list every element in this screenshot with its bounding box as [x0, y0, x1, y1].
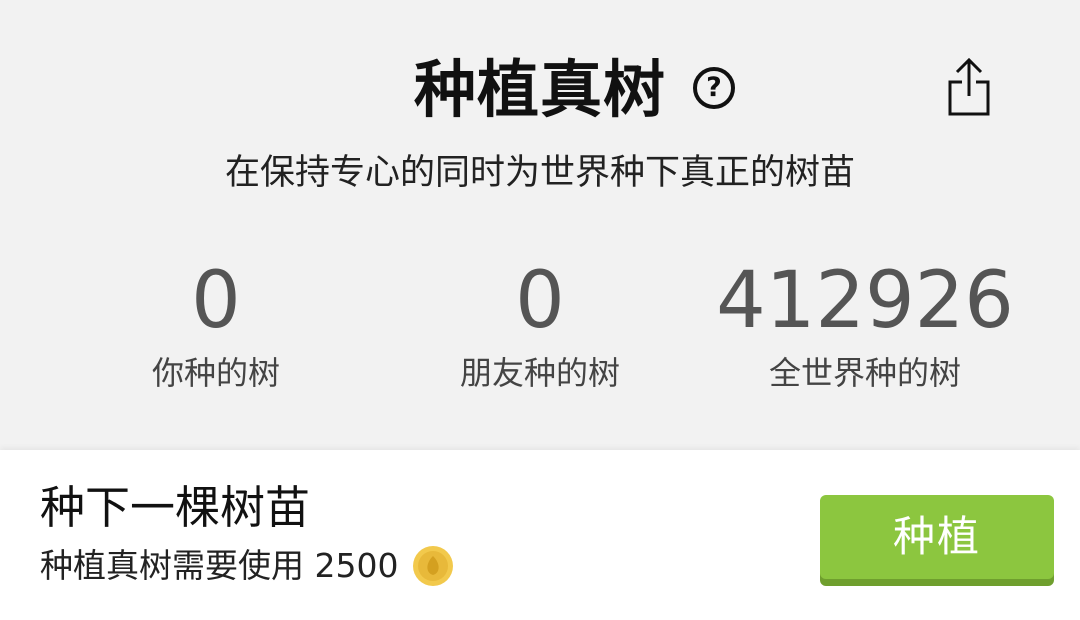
share-icon[interactable] [946, 56, 992, 118]
stat-label: 你种的树 [151, 354, 280, 392]
stat-label: 全世界种的树 [768, 354, 961, 392]
coin-icon [413, 546, 454, 586]
header-section: 种植真树 ? 在保持专心的同时为世界种下真正的树苗 0 你种的树 0 朋友种的树… [0, 0, 1080, 450]
page-subtitle: 在保持专心的同时为世界种下真正的树苗 [224, 153, 855, 193]
stat-label: 朋友种的树 [459, 354, 620, 392]
stat-value: 0 [515, 256, 565, 346]
page-title: 种植真树 [413, 53, 666, 126]
stat-friend-trees: 0 朋友种的树 [375, 255, 705, 395]
stat-world-trees: 412926 全世界种的树 [700, 255, 1030, 395]
plant-cost-text: 种植真树需要使用 2500 [40, 546, 399, 585]
plant-cost: 种植真树需要使用 2500 [40, 544, 454, 588]
stat-value: 0 [191, 256, 241, 346]
plant-button[interactable]: 种植 [820, 495, 1054, 579]
stat-value: 412926 [716, 256, 1014, 346]
stat-my-trees: 0 你种的树 [51, 255, 381, 395]
plant-panel: 种下一棵树苗 种植真树需要使用 2500 种植 [0, 450, 1080, 620]
plant-title: 种下一棵树苗 [40, 481, 311, 534]
question-circle-icon[interactable]: ? [693, 67, 735, 109]
help-symbol: ? [706, 72, 722, 103]
